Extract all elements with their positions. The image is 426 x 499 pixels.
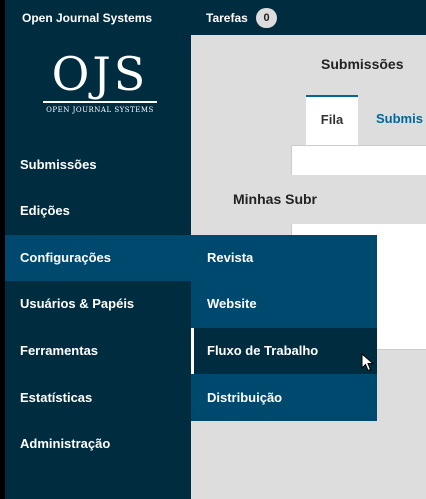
logo-divider xyxy=(43,101,157,103)
logo-subtitle: OPEN JOURNAL SYSTEMS xyxy=(46,106,154,114)
tab-submissions[interactable]: Submis xyxy=(376,95,426,143)
sidebar-item-users-roles[interactable]: Usuários & Papéis xyxy=(5,281,191,327)
site-name-link[interactable]: Open Journal Systems xyxy=(22,11,152,25)
settings-submenu: Revista Website Fluxo de Trabalho Distri… xyxy=(191,235,377,421)
ojs-logo[interactable]: OJS OPEN JOURNAL SYSTEMS xyxy=(40,49,160,129)
sidebar-item-issues[interactable]: Edições xyxy=(5,188,191,234)
logo-wordmark: OJS xyxy=(51,47,149,101)
sidebar: OJS OPEN JOURNAL SYSTEMS Submissões Ediç… xyxy=(5,35,191,499)
tasks-count-badge[interactable]: 0 xyxy=(256,8,277,28)
submenu-item-workflow[interactable]: Fluxo de Trabalho xyxy=(191,328,377,374)
submenu-item-distribution[interactable]: Distribuição xyxy=(191,375,377,421)
top-bar: Open Journal Systems Tarefas 0 xyxy=(0,0,426,35)
sidebar-item-administration[interactable]: Administração xyxy=(5,421,191,467)
page-title: Submissões xyxy=(321,56,404,72)
tab-bar: Fila Submis xyxy=(306,95,426,145)
sidebar-item-statistics[interactable]: Estatísticas xyxy=(5,375,191,421)
tab-queue[interactable]: Fila xyxy=(306,95,358,145)
tasks-link[interactable]: Tarefas xyxy=(206,11,248,25)
sidebar-item-submissions[interactable]: Submissões xyxy=(5,142,191,188)
sidebar-item-tools[interactable]: Ferramentas xyxy=(5,328,191,374)
sidebar-item-settings[interactable]: Configurações xyxy=(5,235,191,281)
mouse-pointer-icon xyxy=(361,353,375,372)
submenu-item-journal[interactable]: Revista xyxy=(191,235,377,281)
submenu-item-website[interactable]: Website xyxy=(191,281,377,327)
panel-heading: Minhas Subr xyxy=(220,175,426,224)
